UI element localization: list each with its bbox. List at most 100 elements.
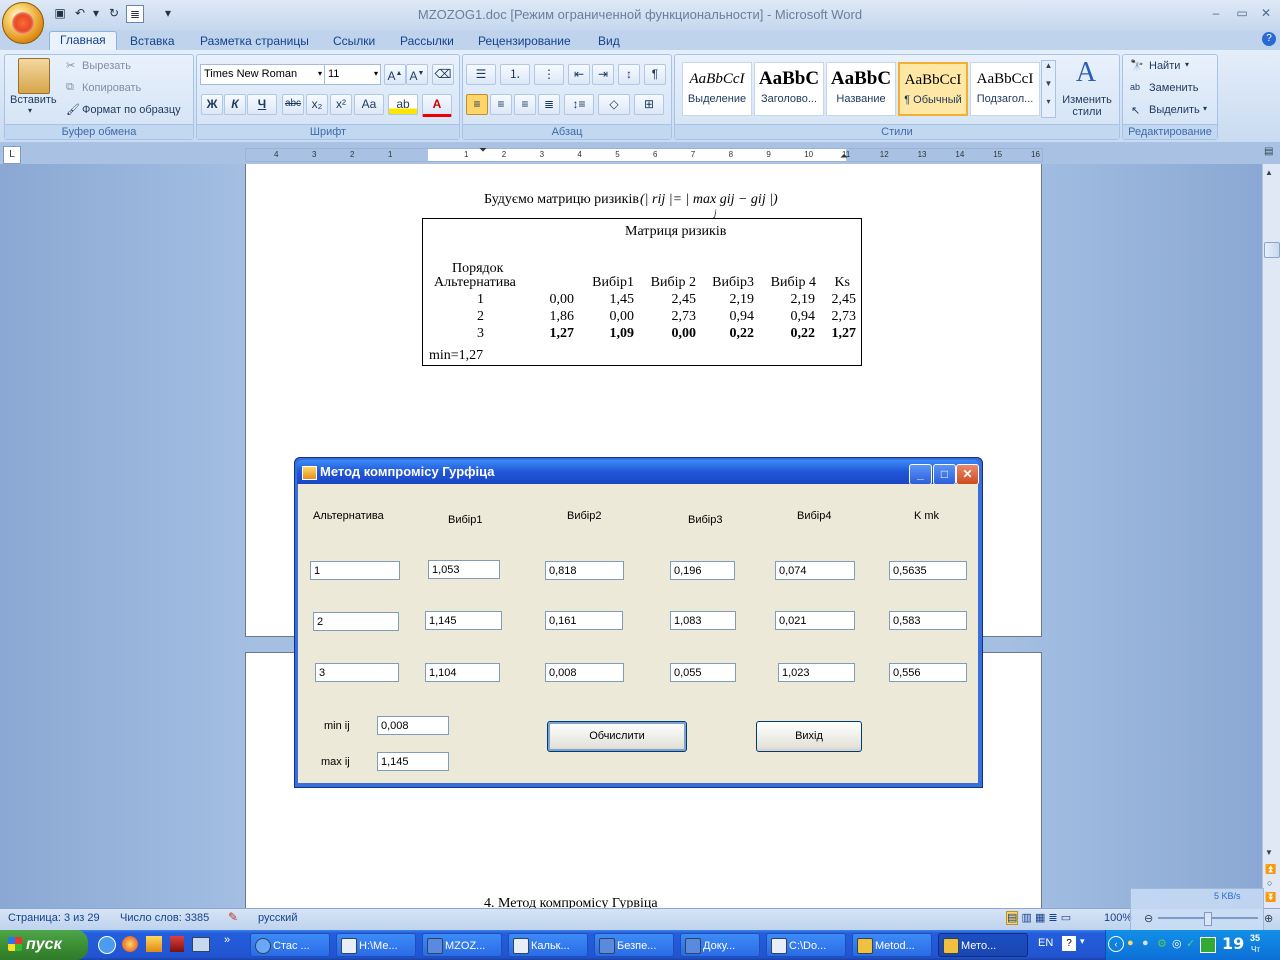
- next-page-icon[interactable]: ⏬: [1265, 892, 1276, 903]
- select-button[interactable]: Выделить: [1149, 104, 1200, 116]
- borders-icon[interactable]: ⊞: [634, 94, 664, 115]
- right-indent-marker-icon[interactable]: ⏶: [840, 151, 848, 162]
- format-painter-button[interactable]: Формат по образцу: [82, 104, 181, 116]
- choice2-field-1[interactable]: 0,818: [545, 561, 624, 580]
- choice2-field-3[interactable]: 0,008: [545, 663, 624, 682]
- tab-page-layout[interactable]: Разметка страницы: [200, 33, 309, 51]
- prev-page-icon[interactable]: ⏫: [1265, 864, 1276, 875]
- tray-icon[interactable]: ✓: [1186, 937, 1195, 950]
- tab-home[interactable]: Главная: [49, 31, 117, 51]
- alt-field-2[interactable]: 2: [313, 612, 399, 631]
- help-tray-icon[interactable]: ?: [1062, 936, 1076, 951]
- office-button[interactable]: [2, 2, 44, 44]
- choice3-field-1[interactable]: 0,196: [670, 561, 735, 580]
- language-indicator[interactable]: русский: [258, 912, 297, 924]
- paste-dropdown-icon[interactable]: ▾: [28, 106, 32, 115]
- min-field[interactable]: 0,008: [377, 716, 449, 735]
- font-color-icon[interactable]: A: [422, 94, 452, 117]
- web-layout-icon[interactable]: ▦: [1035, 912, 1045, 924]
- style-emphasis[interactable]: AaBbCcI Выделение: [682, 62, 752, 116]
- bullets-icon[interactable]: ☰: [466, 64, 496, 85]
- vertical-scrollbar[interactable]: ▲ ▼ ⏫ ○ ⏬: [1262, 164, 1280, 908]
- font-name-combo[interactable]: Times New Roman ▾: [200, 64, 325, 85]
- language-bar-options-icon[interactable]: ▾: [1080, 936, 1085, 947]
- tab-selector-icon[interactable]: L: [3, 146, 21, 164]
- tray-icon[interactable]: ⚙: [1157, 937, 1167, 950]
- copy-button[interactable]: Копировать: [82, 82, 141, 94]
- zoom-in-icon[interactable]: ⊕: [1264, 912, 1273, 925]
- sort-icon[interactable]: ↕: [618, 64, 640, 85]
- quick-launch-icon[interactable]: [98, 936, 116, 954]
- task-item[interactable]: C:\Do...: [766, 933, 846, 957]
- print-layout-icon[interactable]: ▤: [1006, 911, 1019, 925]
- dialog-maximize-icon[interactable]: □: [933, 464, 956, 485]
- tab-review[interactable]: Рецензирование: [478, 33, 571, 51]
- zoom-level[interactable]: 100%: [1104, 912, 1132, 924]
- choice2-field-2[interactable]: 0,161: [545, 611, 623, 630]
- increase-indent-icon[interactable]: ⇥: [592, 64, 614, 85]
- scroll-up-icon[interactable]: ▲: [1265, 168, 1273, 177]
- style-heading[interactable]: AaBbC Заголово...: [754, 62, 824, 116]
- task-item[interactable]: MZOZ...: [422, 933, 502, 957]
- indent-marker-icon[interactable]: ⏷: [479, 145, 487, 156]
- kmk-field-1[interactable]: 0,5635: [889, 561, 967, 580]
- task-item-active[interactable]: Мето...: [938, 933, 1028, 957]
- dialog-minimize-icon[interactable]: _: [909, 464, 932, 485]
- kmk-field-3[interactable]: 0,556: [889, 663, 967, 682]
- tab-mailings[interactable]: Рассылки: [400, 33, 454, 51]
- choice1-field-2[interactable]: 1,145: [425, 611, 502, 630]
- bold-button[interactable]: Ж: [201, 94, 223, 115]
- highlight-icon[interactable]: ab: [388, 94, 418, 115]
- tray-icon[interactable]: ●: [1127, 937, 1134, 949]
- style-normal[interactable]: AaBbCcI ¶ Обычный: [898, 62, 968, 116]
- task-item[interactable]: Metod...: [852, 933, 932, 957]
- subscript-button[interactable]: x₂: [306, 94, 328, 115]
- tray-expand-icon[interactable]: ‹: [1108, 936, 1124, 952]
- clear-format-icon[interactable]: ⌫: [432, 64, 454, 85]
- help-icon[interactable]: ?: [1262, 32, 1276, 46]
- change-styles-button[interactable]: Изменить стили: [1061, 94, 1113, 118]
- horizontal-ruler[interactable]: 4 3 2 1 1 2 3 4 5 6 7 8 9 10 11 12 13 14 15 16 ⏷ ⏶: [245, 145, 1043, 162]
- choice4-field-3[interactable]: 1,023: [778, 663, 855, 682]
- choice1-field-3[interactable]: 1,104: [425, 663, 500, 682]
- cut-button[interactable]: Вырезать: [82, 60, 131, 72]
- tab-insert[interactable]: Вставка: [130, 33, 175, 51]
- word-count[interactable]: Число слов: 3385: [120, 912, 209, 924]
- task-item[interactable]: Стас ...: [250, 933, 330, 957]
- change-case-button[interactable]: Aa: [354, 94, 384, 115]
- scroll-down-icon[interactable]: ▼: [1265, 848, 1273, 857]
- exit-button[interactable]: Вихід: [756, 721, 862, 752]
- minimize-icon[interactable]: –: [1206, 6, 1226, 20]
- choice1-field-1[interactable]: 1,053: [428, 560, 500, 579]
- close-icon[interactable]: ✕: [1256, 6, 1276, 20]
- style-title[interactable]: AaBbC Название: [826, 62, 896, 116]
- font-size-combo[interactable]: 11 ▾: [324, 64, 381, 85]
- start-button[interactable]: пуск: [0, 930, 88, 960]
- tab-references[interactable]: Ссылки: [333, 33, 375, 51]
- zoom-slider-thumb[interactable]: [1204, 912, 1212, 926]
- browse-object-icon[interactable]: ○: [1267, 878, 1272, 888]
- tray-icon[interactable]: [1200, 937, 1216, 953]
- paste-icon[interactable]: [18, 58, 50, 94]
- multilevel-list-icon[interactable]: ⋮: [534, 64, 564, 85]
- browser-icon[interactable]: [122, 936, 138, 952]
- choice4-field-1[interactable]: 0,074: [775, 561, 855, 580]
- italic-button[interactable]: К: [224, 94, 246, 115]
- scroll-thumb[interactable]: [1264, 242, 1280, 258]
- app-icon[interactable]: [146, 936, 162, 952]
- calculate-button[interactable]: Обчислити: [547, 721, 687, 752]
- choice3-field-2[interactable]: 1,083: [670, 611, 736, 630]
- align-center-icon[interactable]: ≡: [490, 94, 512, 115]
- align-right-icon[interactable]: ≡: [514, 94, 536, 115]
- shading-icon[interactable]: ◇: [598, 94, 630, 115]
- desktop-icon[interactable]: [192, 937, 210, 952]
- task-item[interactable]: Доку...: [680, 933, 760, 957]
- tab-view[interactable]: Вид: [598, 33, 620, 51]
- superscript-button[interactable]: x²: [330, 94, 352, 115]
- max-field[interactable]: 1,145: [377, 752, 449, 771]
- maximize-icon[interactable]: ▭: [1232, 6, 1252, 20]
- zoom-out-icon[interactable]: ⊖: [1144, 912, 1153, 925]
- pilcrow-icon[interactable]: ¶: [644, 64, 666, 85]
- alt-field-1[interactable]: 1: [310, 561, 400, 580]
- strikethrough-button[interactable]: abc: [282, 94, 304, 115]
